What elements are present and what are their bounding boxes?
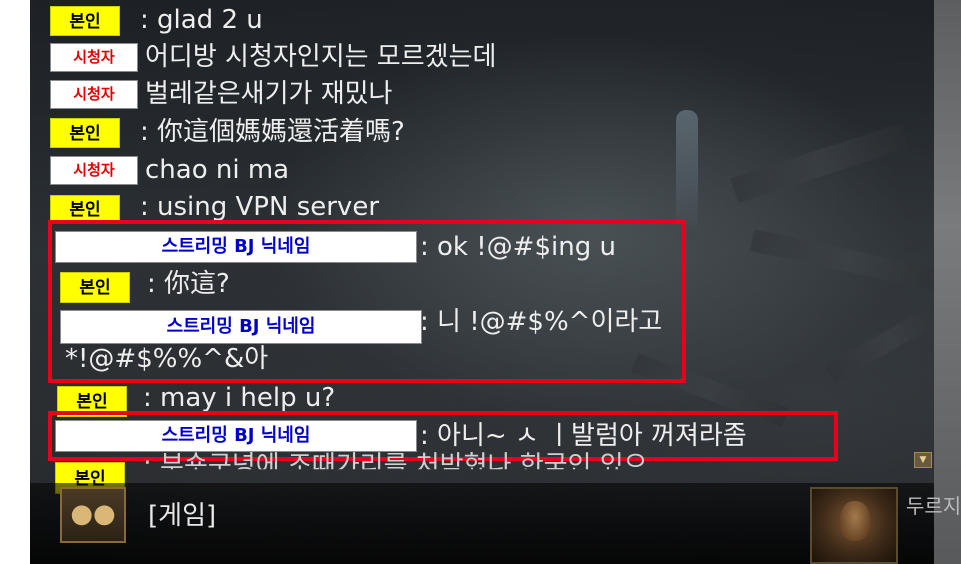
wood-plank bbox=[824, 296, 934, 384]
bj-nickname-tag: 스트리밍 BJ 닉네임 bbox=[55, 420, 417, 452]
chat-message: 어디방 시청자인지는 모르겠는데 bbox=[145, 42, 497, 72]
bj-nickname-tag: 스트리밍 BJ 닉네임 bbox=[60, 310, 422, 344]
chat-message: *!@#$%%^&아 bbox=[65, 344, 269, 374]
chat-message: : 你這個媽媽還活着嗎? bbox=[140, 117, 405, 147]
self-tag: 본인 bbox=[50, 6, 120, 36]
self-tag: 본인 bbox=[50, 195, 120, 223]
chat-message: : may i help u? bbox=[143, 383, 336, 413]
chat-message: : glad 2 u bbox=[140, 5, 263, 35]
self-tag: 본인 bbox=[50, 118, 120, 148]
side-label: 두르지 bbox=[906, 494, 961, 518]
chat-message: : using VPN server bbox=[140, 192, 380, 222]
wood-plank bbox=[730, 122, 910, 204]
party-icon[interactable]: ●● bbox=[60, 487, 126, 543]
portrait-face bbox=[840, 501, 870, 541]
viewer-tag: 시청자 bbox=[50, 156, 138, 185]
scroll-down-icon[interactable]: ▼ bbox=[914, 452, 932, 468]
bj-nickname-tag: 스트리밍 BJ 닉네임 bbox=[55, 231, 417, 263]
chat-message: : 아니~ ㅅ ㅣ발럼아 꺼져라좀 bbox=[420, 421, 747, 451]
chat-message: : 你這? bbox=[147, 269, 230, 299]
chat-message: 벌레같은새기가 재밌나 bbox=[145, 79, 393, 109]
character-portrait[interactable] bbox=[810, 487, 898, 564]
chat-message: : 니 !@#$%^이라고 bbox=[420, 307, 663, 337]
chat-input[interactable] bbox=[130, 490, 790, 542]
self-tag: 본인 bbox=[60, 272, 130, 303]
chat-message: chao ni ma bbox=[145, 155, 290, 185]
stone-wall-edge bbox=[934, 0, 961, 564]
wood-plank bbox=[749, 229, 934, 293]
viewer-tag: 시청자 bbox=[50, 43, 138, 72]
viewer-tag: 시청자 bbox=[50, 80, 138, 109]
chat-message: : ok !@#$ing u bbox=[420, 232, 616, 262]
